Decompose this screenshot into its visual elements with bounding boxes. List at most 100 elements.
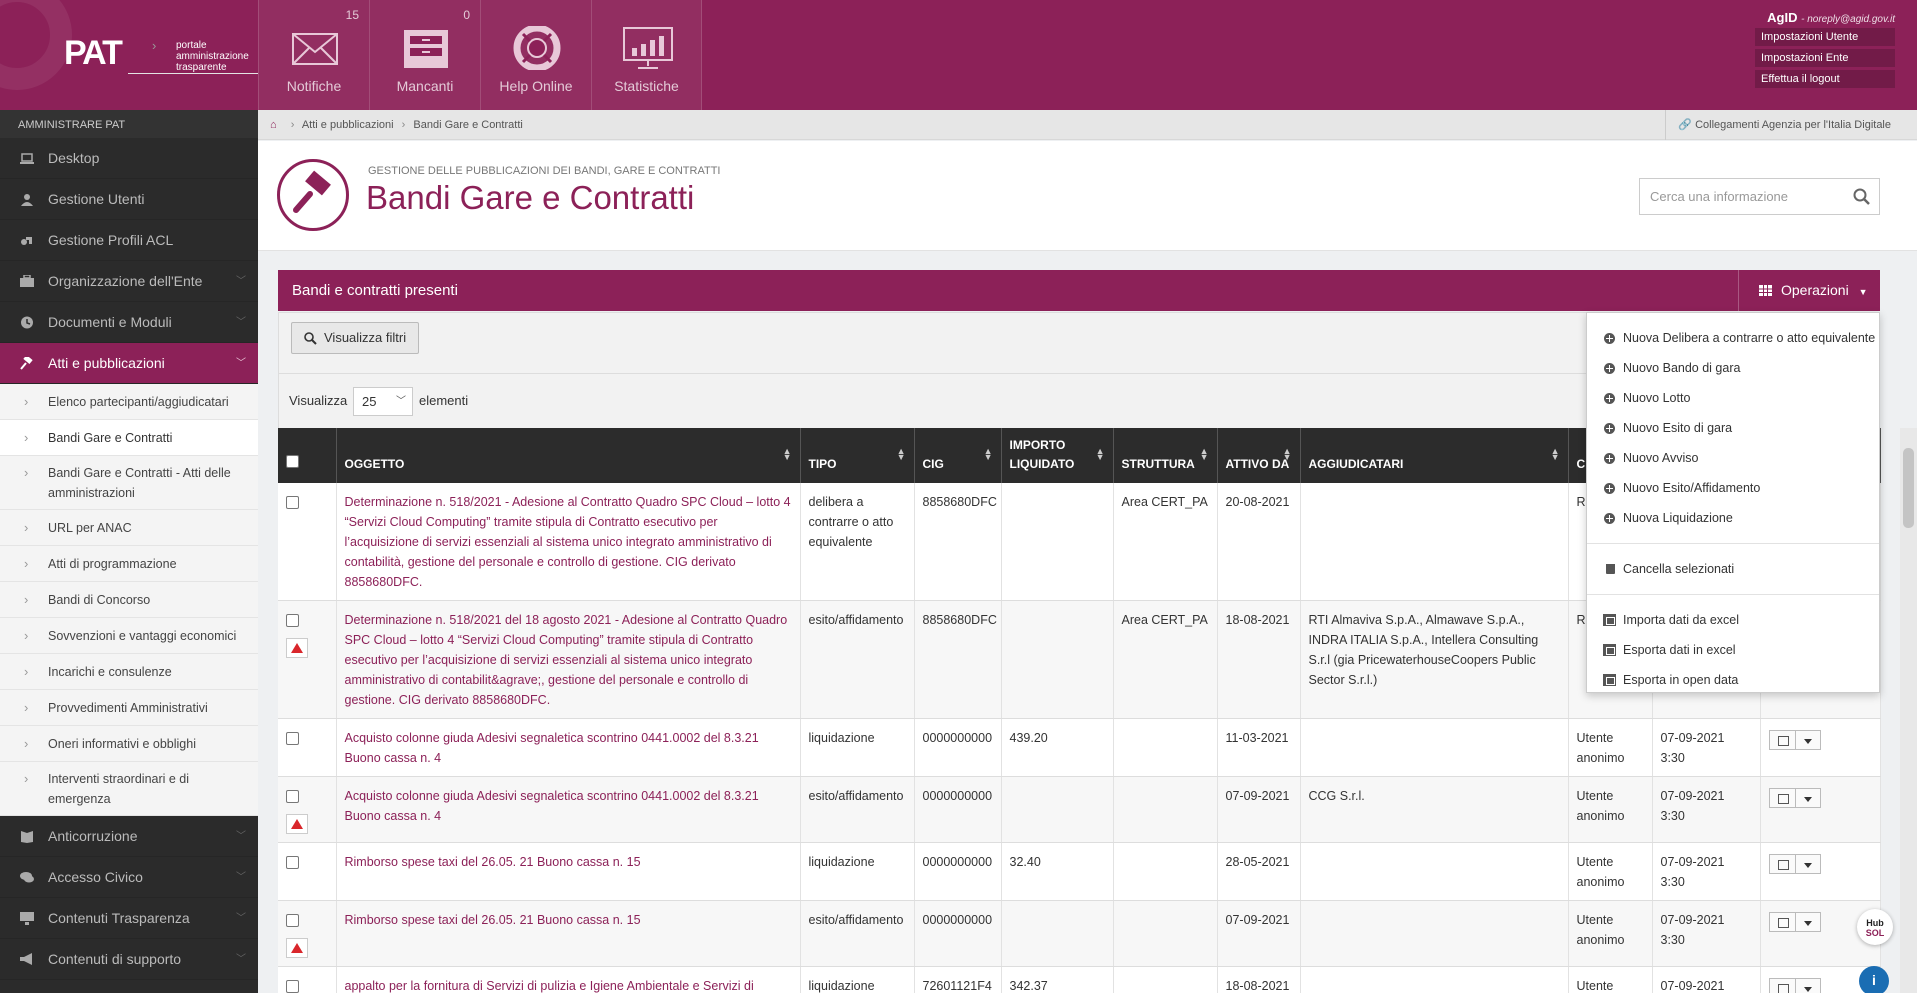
caret-down-icon[interactable]: [1795, 788, 1821, 808]
submenu-item[interactable]: Oneri informativi e obblighi: [0, 726, 258, 762]
sort-icon: ▲ ▼: [1550, 446, 1560, 462]
entity-settings-link[interactable]: Impostazioni Ente: [1755, 49, 1895, 67]
col-cig[interactable]: CIG ▲ ▼: [914, 428, 1002, 483]
page-scrollbar[interactable]: [1900, 428, 1917, 993]
cell-attivo-da: 20-08-2021: [1217, 483, 1301, 601]
cell-oggetto-text[interactable]: Rimborso spese taxi del 26.05. 21 Buono …: [345, 855, 641, 869]
submenu-item[interactable]: Incarichi e consulenze: [0, 654, 258, 690]
submenu-item[interactable]: Atti di programmazione: [0, 546, 258, 582]
user-settings-link[interactable]: Impostazioni Utente: [1755, 28, 1895, 46]
cell-struttura: [1113, 776, 1218, 843]
delete-selected-item[interactable]: Cancella selezionati: [1587, 554, 1879, 584]
export-open-data-item[interactable]: Esporta in open data: [1587, 665, 1879, 695]
col-struttura[interactable]: STRUTTURA ▲ ▼: [1113, 428, 1218, 483]
caret-down-icon[interactable]: [1795, 978, 1821, 993]
cell-data: 07-09-2021 3:30: [1652, 900, 1761, 967]
col-importo[interactable]: IMPORTO LIQUIDATO ▲ ▼: [1001, 428, 1114, 483]
col-tipo[interactable]: TIPO ▲ ▼: [800, 428, 915, 483]
menu-item-label: Nuovo Lotto: [1623, 391, 1691, 405]
scrollbar-thumb[interactable]: [1903, 448, 1914, 528]
submenu-item[interactable]: Elenco partecipanti/aggiudicatari: [0, 384, 258, 420]
sidebar-item-contenuti-trasparenza[interactable]: Contenuti Trasparenza ﹀: [0, 898, 258, 939]
hubsol-widget[interactable]: Hub SOL: [1857, 909, 1893, 945]
col-aggiudicatari[interactable]: AGGIUDICATARI ▲ ▼: [1300, 428, 1569, 483]
cell-oggetto-text[interactable]: Determinazione n. 518/2021 del 18 agosto…: [345, 613, 788, 707]
edit-icon[interactable]: [1768, 730, 1796, 750]
caret-down-icon[interactable]: [1795, 730, 1821, 750]
nav-help-online[interactable]: Help Online: [480, 0, 591, 110]
search-input[interactable]: [1640, 179, 1840, 214]
agid-links[interactable]: 🔗 Collegamenti Agenzia per l'Italia Digi…: [1665, 110, 1891, 140]
cell-oggetto-text[interactable]: Acquisto colonne giuda Adesivi segnaleti…: [345, 789, 759, 823]
logout-link[interactable]: Effettua il logout: [1755, 70, 1895, 88]
submenu-item[interactable]: URL per ANAC: [0, 510, 258, 546]
cell-oggetto-text[interactable]: Determinazione n. 518/2021 - Adesione al…: [345, 495, 791, 589]
row-checkbox[interactable]: [286, 732, 299, 745]
nav-mancanti[interactable]: 0 Mancanti: [369, 0, 480, 110]
col-attivo-da[interactable]: ATTIVO DA ▲ ▼: [1217, 428, 1301, 483]
operations-button[interactable]: Operazioni ▼: [1738, 270, 1880, 311]
submenu-item[interactable]: Provvedimenti Amministrativi: [0, 690, 258, 726]
sidebar-item-gestione-profili-acl[interactable]: Gestione Profili ACL: [0, 220, 258, 261]
caret-down-icon[interactable]: [1795, 912, 1821, 932]
download-icon: [1603, 674, 1616, 686]
export-excel-item[interactable]: Esporta dati in excel: [1587, 635, 1879, 665]
nav-statistiche[interactable]: Statistiche: [591, 0, 702, 110]
warning-icon[interactable]: [286, 938, 308, 958]
cell-oggetto-text[interactable]: Acquisto colonne giuda Adesivi segnaleti…: [345, 731, 759, 765]
sidebar-item-contenuti-supporto[interactable]: Contenuti di supporto ﹀: [0, 939, 258, 980]
edit-icon[interactable]: [1768, 912, 1796, 932]
submenu-item-active[interactable]: Bandi Gare e Contratti: [0, 420, 258, 456]
edit-icon[interactable]: [1768, 978, 1796, 993]
search-icon[interactable]: [1853, 188, 1871, 206]
submenu-item[interactable]: Bandi Gare e Contratti - Atti delle ammi…: [0, 456, 258, 510]
table-row[interactable]: Rimborso spese taxi del 26.05. 21 Buono …: [278, 900, 1881, 967]
row-checkbox[interactable]: [286, 914, 299, 927]
pat-logo[interactable]: PAT portale amministrazione trasparente: [0, 0, 258, 110]
row-checkbox[interactable]: [286, 856, 299, 869]
row-checkbox[interactable]: [286, 614, 299, 627]
menu-item-new[interactable]: Nuovo Esito/Affidamento: [1587, 473, 1879, 503]
nav-notifiche[interactable]: 15 Notifiche: [258, 0, 369, 110]
home-icon[interactable]: ⌂: [270, 119, 277, 131]
row-checkbox[interactable]: [286, 496, 299, 509]
import-excel-item[interactable]: Importa dati da excel: [1587, 605, 1879, 635]
edit-icon[interactable]: [1768, 788, 1796, 808]
cell-oggetto-text[interactable]: appalto per la fornitura di Servizi di p…: [345, 979, 754, 993]
sidebar-item-documenti[interactable]: Documenti e Moduli ﹀: [0, 302, 258, 343]
row-checkbox[interactable]: [286, 790, 299, 803]
cell-oggetto-text[interactable]: Rimborso spese taxi del 26.05. 21 Buono …: [345, 913, 641, 927]
menu-item-new[interactable]: Nuovo Lotto: [1587, 383, 1879, 413]
breadcrumb-link[interactable]: Atti e pubblicazioni: [302, 119, 394, 131]
sidebar-item-accesso-civico[interactable]: Accesso Civico ﹀: [0, 857, 258, 898]
submenu-item[interactable]: Interventi straordinari e di emergenza: [0, 762, 258, 816]
row-checkbox[interactable]: [286, 980, 299, 993]
breadcrumb-current: Bandi Gare e Contratti: [413, 119, 523, 131]
sidebar-item-organizzazione[interactable]: Organizzazione dell'Ente ﹀: [0, 261, 258, 302]
table-row[interactable]: appalto per la fornitura di Servizi di p…: [278, 966, 1881, 993]
menu-item-new[interactable]: Nuova Delibera a contrarre o atto equiva…: [1587, 323, 1879, 353]
info-button[interactable]: i: [1859, 966, 1889, 993]
menu-item-new[interactable]: Nuovo Avviso: [1587, 443, 1879, 473]
sidebar-item-desktop[interactable]: Desktop: [0, 138, 258, 179]
col-oggetto[interactable]: OGGETTO ▲ ▼: [336, 428, 801, 483]
sidebar-item-atti-pubblicazioni[interactable]: Atti e pubblicazioni ﹀: [0, 343, 258, 384]
warning-icon[interactable]: [286, 814, 308, 834]
submenu-item[interactable]: Bandi di Concorso: [0, 582, 258, 618]
table-row[interactable]: Rimborso spese taxi del 26.05. 21 Buono …: [278, 842, 1881, 901]
table-row[interactable]: Acquisto colonne giuda Adesivi segnaleti…: [278, 718, 1881, 777]
cell-tipo: liquidazione: [800, 966, 915, 993]
submenu-item[interactable]: Sovvenzioni e vantaggi economici: [0, 618, 258, 654]
menu-item-new[interactable]: Nuovo Esito di gara: [1587, 413, 1879, 443]
menu-item-new[interactable]: Nuovo Bando di gara: [1587, 353, 1879, 383]
menu-item-new[interactable]: Nuova Liquidazione: [1587, 503, 1879, 533]
show-filters-button[interactable]: Visualizza filtri: [291, 322, 420, 354]
edit-icon[interactable]: [1768, 854, 1796, 874]
warning-icon[interactable]: [286, 638, 308, 658]
sidebar-item-anticorruzione[interactable]: Anticorruzione ﹀: [0, 816, 258, 857]
table-row[interactable]: Acquisto colonne giuda Adesivi segnaleti…: [278, 776, 1881, 843]
sidebar-item-gestione-utenti[interactable]: Gestione Utenti: [0, 179, 258, 220]
select-all-checkbox[interactable]: [286, 455, 299, 468]
page-size-select[interactable]: 25 ﹀: [353, 387, 413, 416]
caret-down-icon[interactable]: [1795, 854, 1821, 874]
